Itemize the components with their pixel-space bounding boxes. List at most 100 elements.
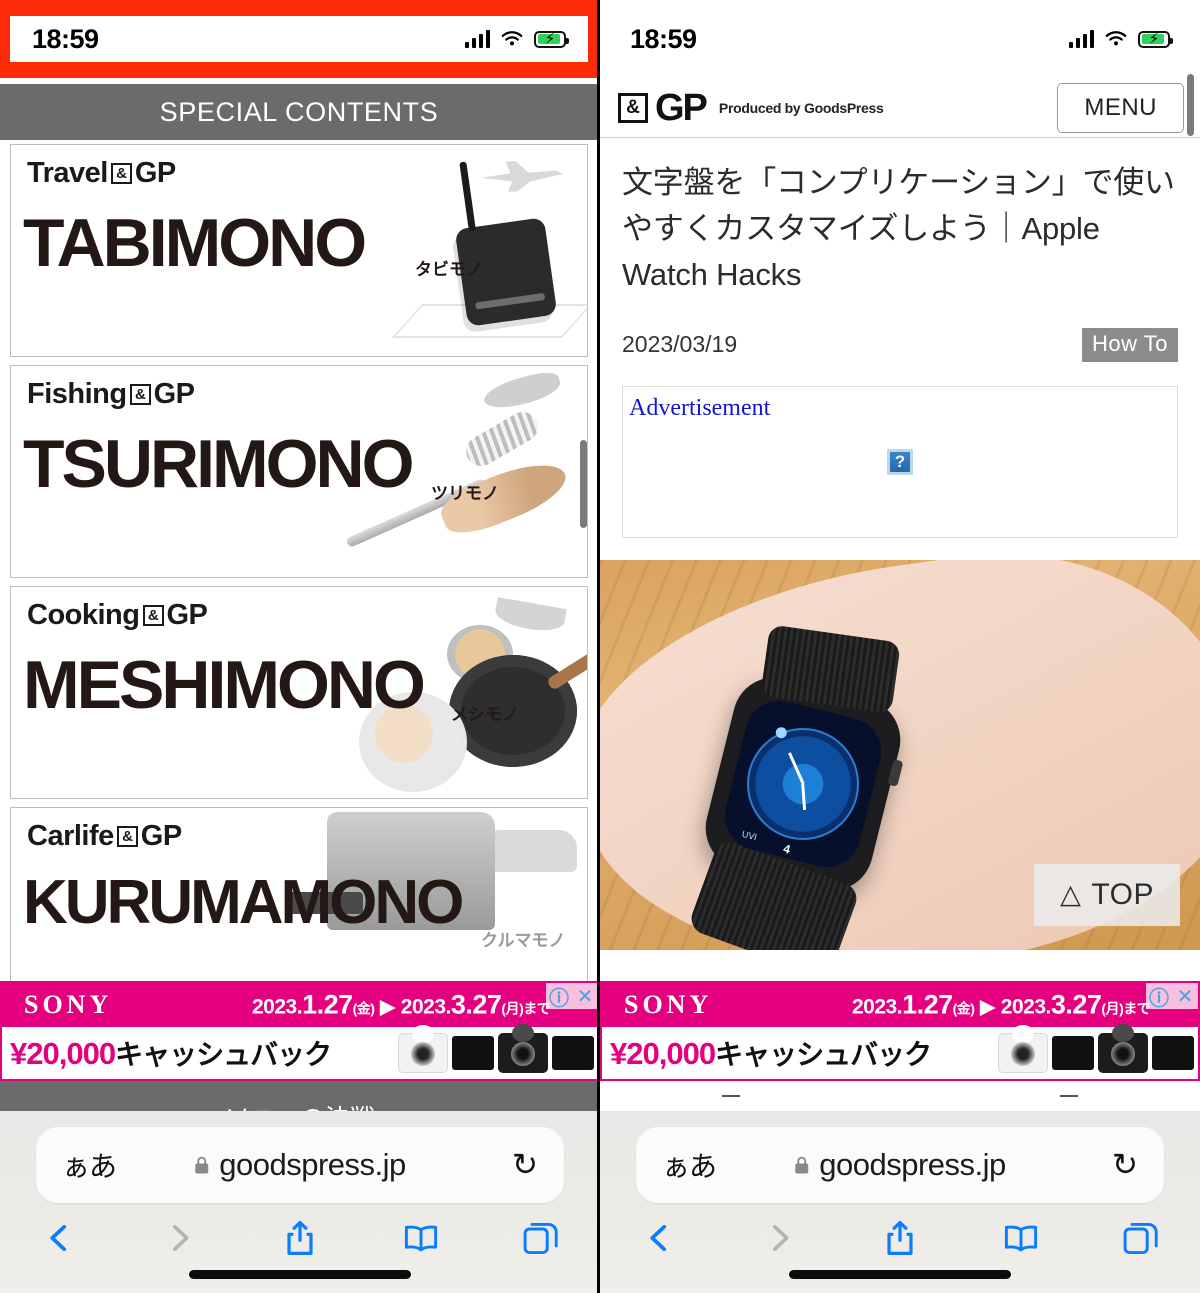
start-year: 2023. [852,995,903,1019]
watch-face-display: UVI 4 [717,693,889,875]
status-bar-time: 18:59 [32,23,99,54]
left-phone-screenshot: 18:59 ⚡ SPECIAL CONTENTS Travel & GP TAB… [0,0,600,1293]
bookmarks-icon[interactable] [394,1215,448,1261]
uv-index-value: 4 [781,841,792,857]
end-year: 2023. [400,995,452,1019]
ampersand-logo-icon: & [129,384,151,405]
share-icon[interactable] [873,1215,927,1261]
cut-off-text: ソニーの決戦 [225,1099,375,1111]
offer-text: キャッシュバック [715,1039,932,1070]
special-contents-header: SPECIAL CONTENTS [0,84,598,140]
camera-screen-panel [1152,1036,1194,1070]
end-date: 3.27 [1050,989,1102,1020]
tabs-icon[interactable] [1114,1215,1168,1261]
camera-screen-panel [452,1036,494,1070]
cellular-signal-icon [1068,30,1094,48]
fishing-lure-image [480,367,564,415]
site-logo[interactable]: & GP Produced by GoodsPress [618,86,884,129]
url-display[interactable]: goodspress.jp [194,1147,406,1183]
card-brand: Carlife & GP [27,820,182,853]
sony-ad-banner-right[interactable]: ⓘ ✕ SONY 2023.1.27(金) ▶ 2023.3.27(月)まで ¥… [600,981,1200,1081]
start-year: 2023. [252,995,303,1019]
url-display[interactable]: goodspress.jp [794,1147,1006,1183]
ad-info-icon[interactable]: ⓘ [1146,983,1172,1010]
page-scrollbar[interactable] [1187,74,1194,136]
ad-close-icon[interactable]: ✕ [572,983,598,1009]
article-meta: 2023/03/19 How To [622,327,1178,362]
bookmarks-icon[interactable] [994,1215,1048,1261]
ladle-image [493,597,567,635]
soup-bowl-image [447,625,513,683]
ad-close-icon[interactable]: ✕ [1172,983,1198,1009]
article-date: 2023/03/19 [622,331,738,358]
brand-prefix: Carlife [27,820,114,852]
ampersand-logo-icon: & [110,163,132,184]
browser-nav-toolbar [0,1203,598,1261]
back-icon[interactable] [632,1215,686,1261]
start-day: (金) [952,1000,975,1017]
content-card-fishing[interactable]: Fishing & GP TSURIMONO ツリモノ [10,365,588,578]
start-day: (金) [352,1000,375,1017]
status-bar-icons: ⚡ [1068,30,1173,48]
sony-ad-top-strip: SONY 2023.1.27(金) ▶ 2023.3.27(月)まで [602,983,1198,1027]
cashback-offer: ¥20,000キャッシュバック [10,1033,332,1073]
black-camera-image [498,1024,548,1073]
battery-charging-icon: ⚡ [1138,30,1173,48]
card-kana: ツリモノ [431,484,499,503]
share-icon[interactable] [273,1215,327,1261]
sony-logo: SONY [624,990,713,1019]
card-brand: Fishing & GP [27,378,195,411]
menu-button[interactable]: MENU [1057,82,1184,133]
scroll-to-top-button[interactable]: △ TOP [1034,863,1180,926]
article-hero-image: UVI 4 △ TOP [600,559,1200,950]
page-scrollbar[interactable] [580,440,587,528]
text-size-button[interactable]: ぁあ [62,1145,117,1185]
car-silhouette-icon [489,830,577,872]
end-date: 3.27 [450,989,502,1020]
brand-suffix: GP [140,820,182,852]
wifi-icon [1104,30,1128,48]
article-title: 文字盤を「コンプリケーション」で使いやすくカスタマイズしよう｜Apple Wat… [622,165,1175,292]
safari-bottom-chrome-right: ぁあ goodspress.jp ↻ [600,1111,1200,1293]
content-card-travel[interactable]: Travel & GP TABIMONO タビモノ [10,144,588,357]
right-phone-screenshot: 18:59 ⚡ & GP Produced by GoodsPress MENU [600,0,1200,1293]
category-badge[interactable]: How To [1082,327,1178,362]
tabs-icon[interactable] [514,1215,568,1261]
page-content-below-ad [600,1081,1200,1111]
card-kana: メシモノ [451,705,519,724]
forward-icon [753,1215,807,1261]
sony-logo: SONY [24,990,113,1019]
text-size-button[interactable]: ぁあ [662,1145,717,1185]
advertisement-placeholder[interactable]: Advertisement ? [622,385,1178,538]
card-brand: Travel & GP [27,157,176,190]
travel-card-artwork [327,145,587,356]
sony-ad-date-range: 2023.1.27(金) ▶ 2023.3.27(月)まで [252,989,551,1021]
cut-off-page-section: ソニーの決戦 [0,1081,598,1111]
back-icon[interactable] [32,1215,86,1261]
reload-icon[interactable]: ↻ [1112,1147,1138,1183]
address-bar[interactable]: ぁあ goodspress.jp ↻ [636,1127,1164,1203]
end-day: (月)まで [501,1000,551,1017]
article-container: 文字盤を「コンプリケーション」で使いやすくカスタマイズしよう｜Apple Wat… [600,138,1200,538]
url-text: goodspress.jp [219,1147,406,1182]
battery-charging-icon: ⚡ [534,30,569,48]
camera-product-images [998,1024,1194,1073]
content-card-cooking[interactable]: Cooking & GP MESHIMONO メシモノ [10,586,588,799]
ad-info-icon[interactable]: ⓘ [546,983,572,1010]
offer-text: キャッシュバック [115,1039,332,1070]
dual-screenshot-comparison: 18:59 ⚡ SPECIAL CONTENTS Travel & GP TAB… [0,0,1200,1293]
card-title: TSURIMONO [23,426,415,502]
sony-ad-offer-strip: ¥20,000キャッシュバック [602,1024,1198,1079]
advertisement-label[interactable]: Advertisement [629,395,770,422]
status-bar-icons: ⚡ [464,30,569,48]
ad-controls: ⓘ ✕ [546,983,598,1010]
reload-icon[interactable]: ↻ [512,1147,538,1183]
arrow-icon: ▶ [979,995,996,1019]
status-bar-left: 18:59 ⚡ [0,0,598,78]
cellular-signal-icon [464,30,490,48]
gp-logo-text: GP [655,86,708,129]
ampersand-logo-icon: & [618,92,648,123]
address-bar[interactable]: ぁあ goodspress.jp ↻ [36,1127,564,1203]
status-bar-right: 18:59 ⚡ [600,0,1200,78]
sony-ad-banner-left[interactable]: ⓘ ✕ SONY 2023.1.27(金) ▶ 2023.3.27(月)まで ¥… [0,981,598,1081]
